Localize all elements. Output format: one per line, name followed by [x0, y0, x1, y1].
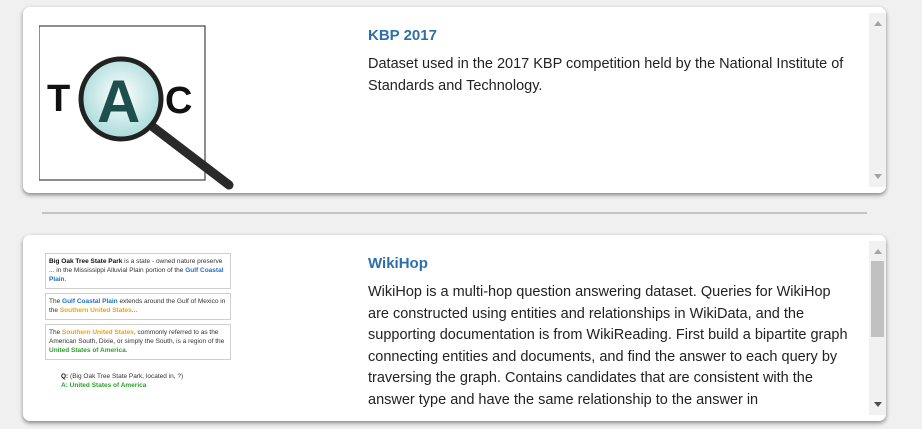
dataset-card-wikihop: Big Oak Tree State Park is a state - own…: [23, 235, 886, 421]
support-document-3: The Southern United States, commonly ref…: [45, 324, 231, 360]
logo-letter-t: T: [47, 78, 70, 120]
doc-entity: Big Oak Tree State Park: [49, 258, 123, 265]
dataset-card-kbp2017: T A C KBP 2017 Dataset used in the 2017 …: [23, 7, 886, 193]
wikihop-example-image: Big Oak Tree State Park is a state - own…: [45, 253, 231, 390]
scroll-up-arrow-icon[interactable]: [874, 249, 882, 254]
dataset-description: WikiHop is a multi-hop question answerin…: [368, 284, 848, 408]
scrollbar-thumb[interactable]: [871, 261, 884, 337]
scroll-down-arrow-icon[interactable]: [874, 174, 882, 179]
support-document-1: Big Oak Tree State Park is a state - own…: [45, 253, 231, 289]
query-answer: Q: (Big Oak Tree State Park, located in,…: [61, 373, 184, 389]
scrollbar[interactable]: [869, 13, 886, 187]
scrollbar[interactable]: [869, 241, 886, 415]
scroll-up-arrow-icon[interactable]: [874, 21, 882, 26]
scroll-down-arrow-icon[interactable]: [874, 402, 882, 407]
logo-letter-a: A: [97, 68, 140, 135]
card-content: WikiHop WikiHop is a multi-hop question …: [368, 255, 853, 411]
logo-letter-c: C: [165, 80, 192, 122]
dataset-description: Dataset used in the 2017 KBP competition…: [368, 56, 844, 94]
card-content: KBP 2017 Dataset used in the 2017 KBP co…: [368, 27, 853, 97]
divider: [42, 212, 867, 214]
dataset-title[interactable]: KBP 2017: [368, 27, 853, 45]
tac-logo-image: T A C: [38, 19, 239, 193]
support-document-2: The Gulf Coastal Plain extends around th…: [45, 293, 231, 320]
dataset-title[interactable]: WikiHop: [368, 255, 853, 273]
